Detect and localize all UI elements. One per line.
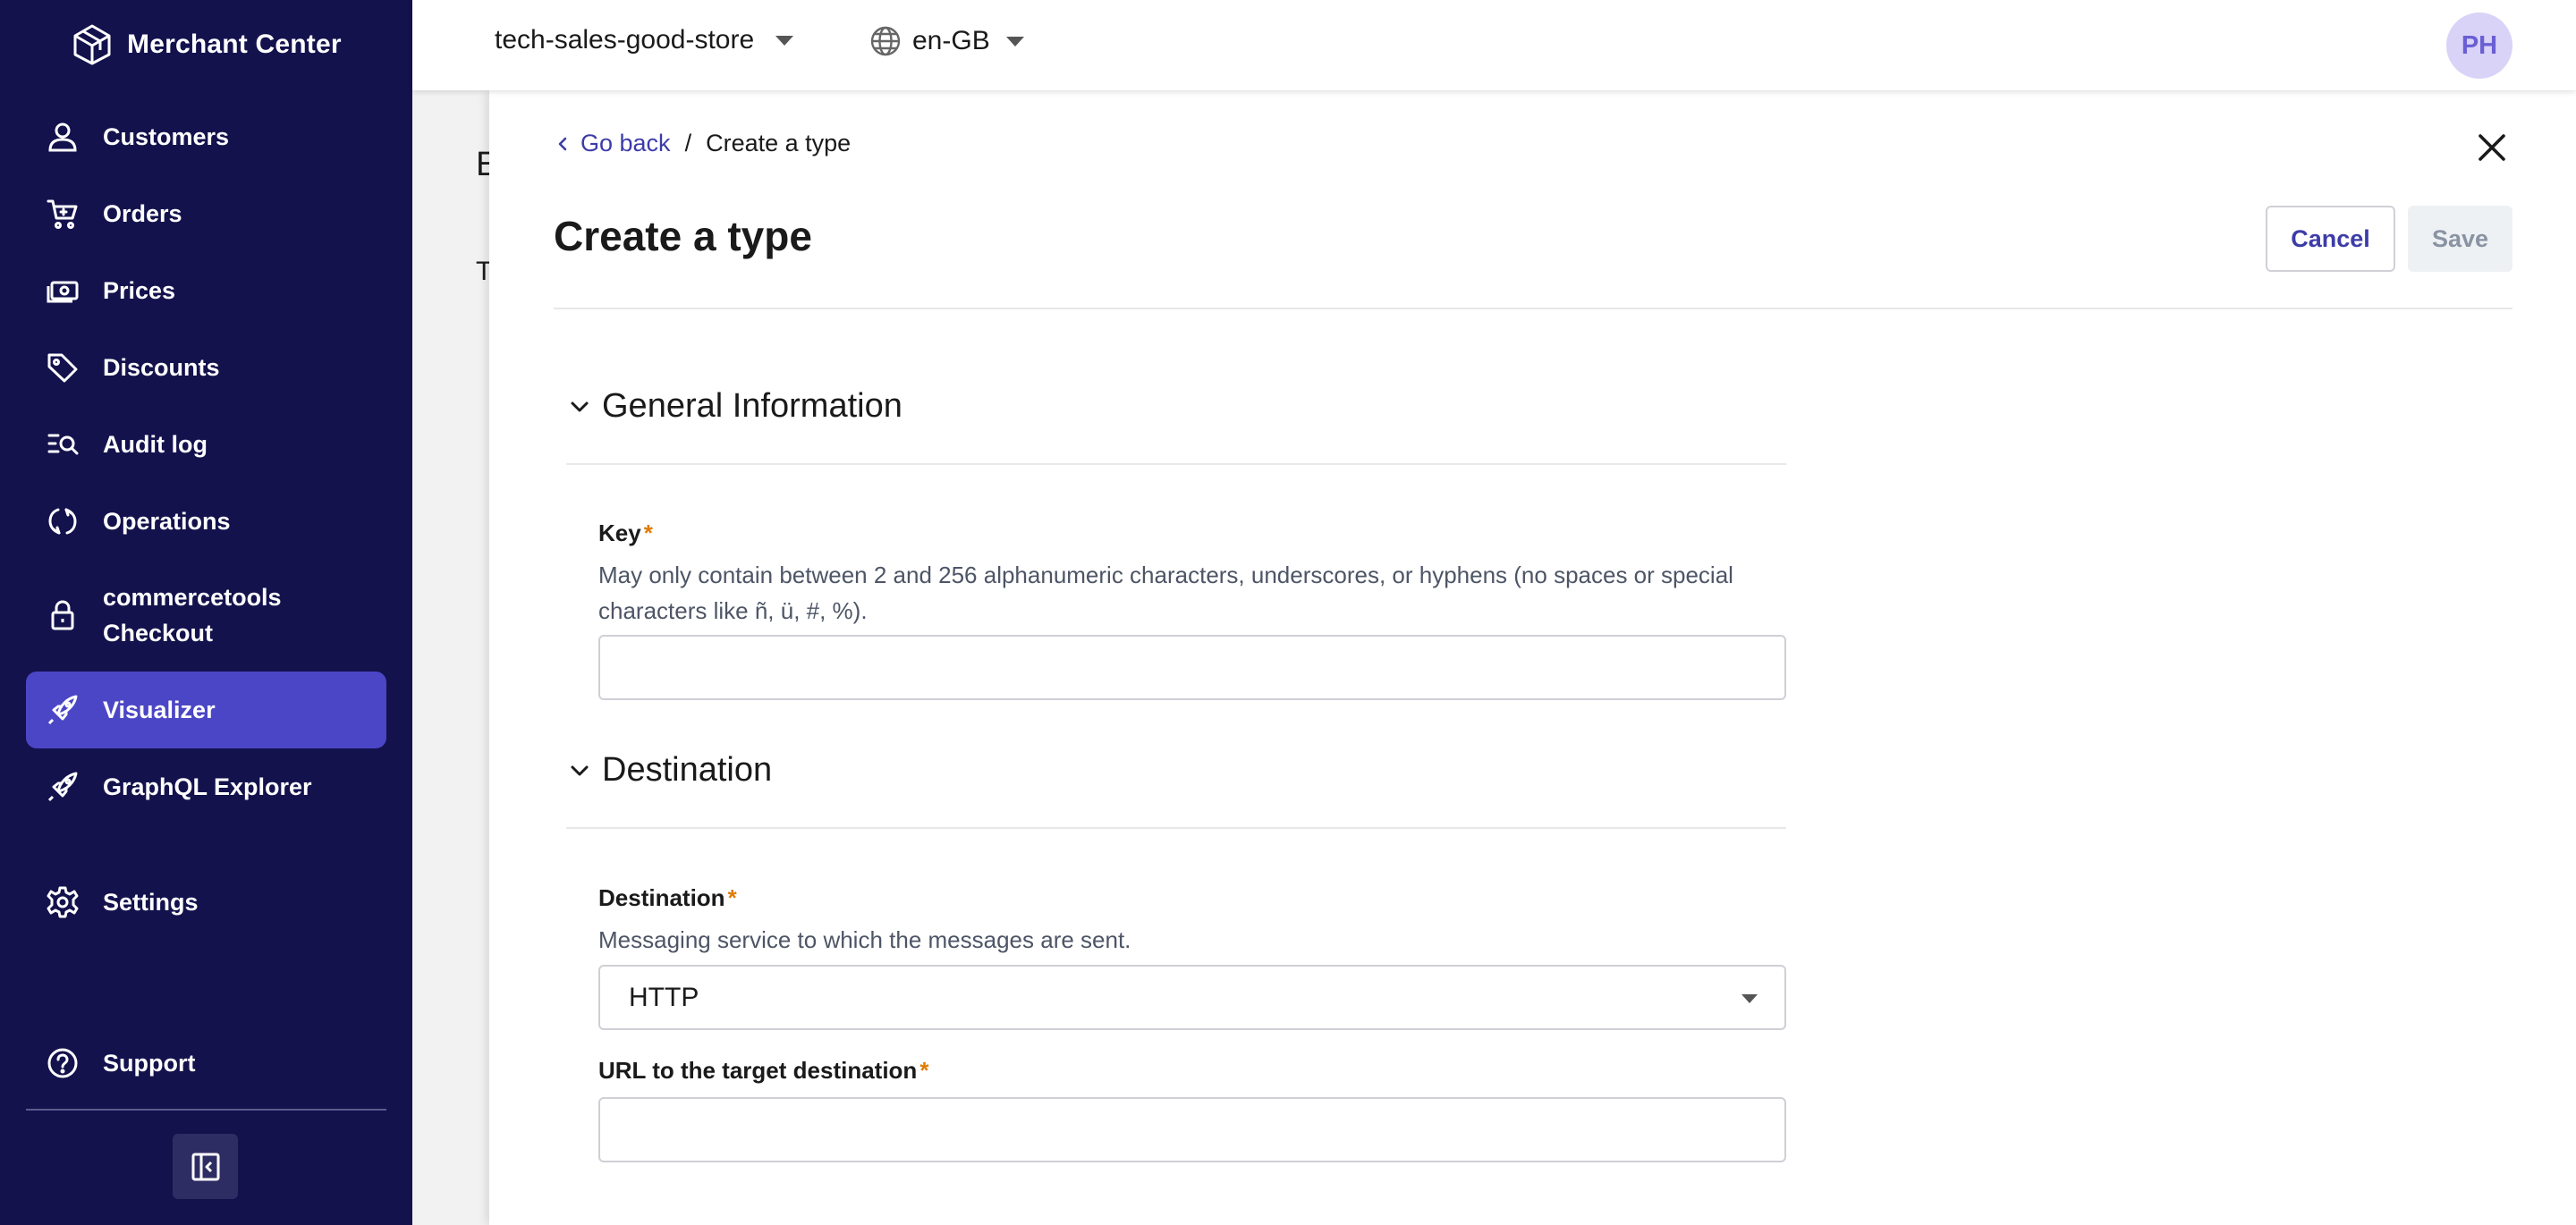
sidebar-item-orders[interactable]: Orders — [26, 196, 386, 232]
sidebar-item-graphql-explorer[interactable]: GraphQL Explorer — [26, 769, 386, 805]
chevron-down-icon — [1741, 994, 1758, 1003]
general-information-toggle[interactable]: General Information — [566, 387, 902, 426]
locale-switcher[interactable]: en-GB — [869, 25, 1024, 57]
sidebar: Merchant Center Customers Orders Prices … — [0, 0, 412, 1225]
lock-icon — [26, 598, 103, 632]
sidebar-item-operations[interactable]: Operations — [26, 503, 386, 539]
save-button[interactable]: Save — [2408, 206, 2512, 272]
url-label: URL to the target destination * — [598, 1057, 929, 1084]
destination-toggle[interactable]: Destination — [566, 751, 772, 790]
destination-select[interactable]: HTTP — [598, 965, 1786, 1030]
destination-description: Messaging service to which the messages … — [598, 926, 1131, 953]
money-icon — [26, 274, 103, 308]
search-list-icon — [26, 427, 103, 461]
sidebar-item-checkout[interactable]: commercetools Checkout — [26, 579, 386, 651]
sidebar-item-label: Customers — [103, 123, 230, 150]
close-button[interactable] — [2472, 128, 2512, 167]
project-switcher[interactable]: tech-sales-good-store — [495, 25, 794, 55]
sidebar-divider — [26, 1109, 386, 1111]
project-name: tech-sales-good-store — [495, 25, 755, 55]
sidebar-item-settings[interactable]: Settings — [26, 884, 386, 920]
top-bar: tech-sales-good-store en-GB PH — [412, 0, 2576, 90]
brand-name: Merchant Center — [127, 30, 342, 59]
collapse-sidebar-button[interactable] — [173, 1134, 238, 1199]
gear-icon — [26, 885, 103, 919]
sidebar-item-label: Visualizer — [103, 697, 216, 723]
cube-logo-icon — [73, 24, 111, 65]
rocket-icon — [26, 770, 103, 804]
go-back-link[interactable]: Go back — [555, 130, 671, 157]
section-divider — [566, 463, 1786, 465]
sidebar-item-label: Audit log — [103, 431, 208, 458]
sync-icon — [26, 504, 103, 538]
required-marker: * — [919, 1057, 929, 1084]
tag-icon — [26, 351, 103, 384]
sidebar-item-label: Operations — [103, 508, 231, 535]
user-icon — [26, 120, 103, 154]
chevron-down-icon — [571, 765, 589, 775]
sidebar-item-label: Discounts — [103, 354, 220, 381]
destination-label: Destination * — [598, 884, 737, 911]
section-title: General Information — [602, 387, 902, 425]
cancel-button[interactable]: Cancel — [2266, 206, 2395, 272]
key-label: Key * — [598, 520, 653, 546]
avatar[interactable]: PH — [2446, 13, 2512, 79]
sidebar-item-support[interactable]: Support — [26, 1045, 386, 1081]
help-circle-icon — [26, 1046, 103, 1080]
url-input[interactable] — [598, 1097, 1786, 1162]
brand-logo[interactable]: Merchant Center — [72, 23, 342, 66]
breadcrumb: Go back / Create a type — [555, 130, 851, 157]
sidebar-item-customers[interactable]: Customers — [26, 119, 386, 155]
sidebar-item-prices[interactable]: Prices — [26, 273, 386, 308]
section-title: Destination — [602, 751, 773, 789]
required-marker: * — [643, 520, 653, 546]
sidebar-item-visualizer[interactable]: Visualizer — [26, 672, 386, 748]
key-input[interactable] — [598, 635, 1786, 700]
create-type-panel: Go back / Create a type Create a type Ca… — [489, 90, 2576, 1225]
destination-selected-value: HTTP — [629, 982, 699, 1012]
breadcrumb-separator: / — [684, 130, 692, 156]
globe-icon — [870, 26, 901, 56]
sidebar-item-label: GraphQL Explorer — [103, 773, 312, 800]
sidebar-item-label: Support — [103, 1050, 196, 1077]
chevron-left-icon — [558, 137, 567, 150]
sidebar-item-audit-log[interactable]: Audit log — [26, 427, 386, 462]
cart-icon — [26, 197, 103, 231]
sidebar-item-label: Orders — [103, 200, 182, 227]
chevron-down-icon — [775, 35, 794, 46]
sidebar-collapse-icon — [191, 1153, 219, 1180]
breadcrumb-current: Create a type — [706, 130, 852, 156]
close-icon — [2479, 134, 2505, 161]
rocket-icon — [26, 693, 103, 727]
sidebar-item-label: commercetools Checkout — [103, 584, 282, 646]
locale-name: en-GB — [912, 26, 990, 55]
section-divider — [566, 827, 1786, 829]
page-title: Create a type — [554, 213, 812, 259]
chevron-down-icon — [1005, 36, 1024, 46]
sidebar-item-label: Prices — [103, 277, 176, 304]
header-divider — [554, 308, 2512, 309]
sidebar-item-label: Settings — [103, 889, 199, 916]
required-marker: * — [727, 884, 737, 911]
key-description: May only contain between 2 and 256 alpha… — [598, 562, 1733, 624]
sidebar-item-discounts[interactable]: Discounts — [26, 350, 386, 385]
chevron-down-icon — [571, 401, 589, 411]
